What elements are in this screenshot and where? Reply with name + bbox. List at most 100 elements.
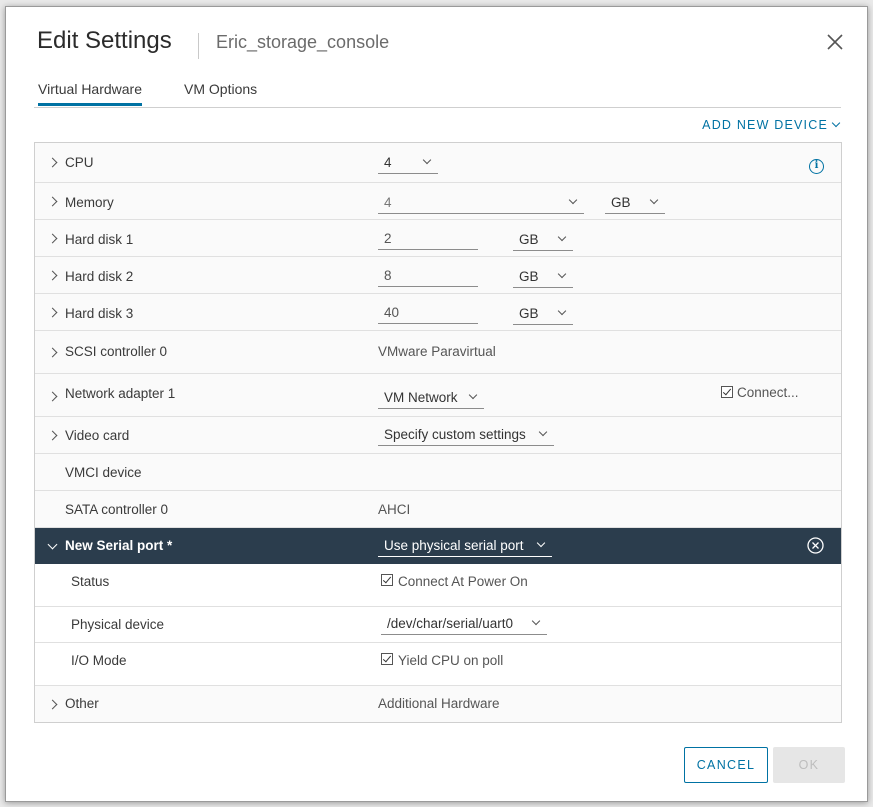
row-scsi-controller: SCSI controller 0 VMware Paravirtual xyxy=(35,331,841,374)
row-cpu: CPU 4 i xyxy=(35,143,841,183)
hard-disk-1-size: 2 xyxy=(384,231,392,246)
row-serial-physical-device: Physical device /dev/char/serial/uart0 xyxy=(35,607,841,643)
dialog-title: Edit Settings xyxy=(37,27,172,54)
cpu-count-select[interactable]: 4 xyxy=(378,152,438,174)
io-mode-label: I/O Mode xyxy=(71,653,127,668)
hard-disk-3-unit-select[interactable]: GB xyxy=(513,303,573,325)
vm-name: Eric_storage_console xyxy=(216,32,390,52)
connect-at-power-on-checkbox[interactable] xyxy=(381,574,393,586)
row-serial-status: Status Connect At Power On xyxy=(35,564,841,607)
title-divider xyxy=(198,33,199,59)
chevron-down-icon xyxy=(422,155,432,165)
expand-caret-icon[interactable] xyxy=(47,347,58,358)
chevron-down-icon xyxy=(557,306,567,316)
chevron-down-icon xyxy=(536,538,546,548)
sata-type: AHCI xyxy=(378,502,411,517)
network-connect-label: Connect... xyxy=(737,385,799,400)
row-hard-disk-2: Hard disk 2 8 GB xyxy=(35,257,841,294)
other-label: Other xyxy=(65,696,99,711)
network-connect-checkbox[interactable] xyxy=(721,386,733,398)
yield-cpu-checkbox[interactable] xyxy=(381,653,393,665)
info-icon[interactable]: i xyxy=(809,159,824,174)
tab-bar: Virtual Hardware VM Options xyxy=(34,77,841,108)
row-network-adapter: Network adapter 1 VM Network Connect... xyxy=(35,374,841,417)
cpu-count-value: 4 xyxy=(384,155,392,170)
hard-disk-3-label: Hard disk 3 xyxy=(65,306,134,321)
memory-label: Memory xyxy=(65,195,114,210)
serial-port-type-select[interactable]: Use physical serial port xyxy=(378,535,552,557)
remove-device-icon[interactable] xyxy=(807,537,824,554)
hard-disk-2-size-input[interactable]: 8 xyxy=(378,265,478,287)
scsi-type: VMware Paravirtual xyxy=(378,344,496,359)
hard-disk-2-unit-select[interactable]: GB xyxy=(513,266,573,288)
memory-value: 4 xyxy=(384,195,392,210)
tab-virtual-hardware[interactable]: Virtual Hardware xyxy=(38,81,143,106)
row-sata-controller: SATA controller 0 AHCI xyxy=(35,491,841,528)
cancel-button[interactable]: CANCEL xyxy=(684,747,768,783)
serial-port-type-value: Use physical serial port xyxy=(384,538,524,553)
hardware-grid: CPU 4 i Memory 4 GB Hard disk 1 2 GB Har… xyxy=(34,142,842,723)
chevron-down-icon xyxy=(831,118,841,128)
add-new-device-label: ADD NEW DEVICE xyxy=(702,118,828,132)
video-settings-select[interactable]: Specify custom settings xyxy=(378,424,554,446)
network-value: VM Network xyxy=(384,390,458,405)
hard-disk-2-size: 8 xyxy=(384,268,392,283)
video-label: Video card xyxy=(65,428,130,443)
vmci-label: VMCI device xyxy=(65,465,142,480)
cpu-label: CPU xyxy=(65,155,94,170)
memory-unit-select[interactable]: GB xyxy=(605,192,665,214)
chevron-down-icon xyxy=(557,269,567,279)
expand-caret-icon[interactable] xyxy=(47,196,58,207)
expand-caret-icon[interactable] xyxy=(47,307,58,318)
serial-port-label: New Serial port * xyxy=(65,538,173,553)
ok-button[interactable]: OK xyxy=(773,747,845,783)
expand-caret-icon[interactable] xyxy=(47,157,58,168)
physical-device-select[interactable]: /dev/char/serial/uart0 xyxy=(381,613,547,635)
chevron-down-icon xyxy=(568,195,578,205)
hard-disk-3-size-input[interactable]: 40 xyxy=(378,302,478,324)
expand-caret-icon[interactable] xyxy=(47,430,58,441)
connect-at-power-on-label: Connect At Power On xyxy=(398,574,528,589)
hard-disk-2-label: Hard disk 2 xyxy=(65,269,134,284)
chevron-down-icon xyxy=(468,390,478,400)
add-new-device-button[interactable]: ADD NEW DEVICE xyxy=(702,118,841,132)
row-video-card: Video card Specify custom settings xyxy=(35,417,841,454)
expand-caret-icon[interactable] xyxy=(47,233,58,244)
row-hard-disk-3: Hard disk 3 40 GB xyxy=(35,294,841,331)
network-select[interactable]: VM Network xyxy=(378,387,484,409)
row-new-serial-port: New Serial port * Use physical serial po… xyxy=(35,528,841,564)
hard-disk-1-unit: GB xyxy=(519,232,539,247)
scsi-label: SCSI controller 0 xyxy=(65,344,168,359)
collapse-caret-icon[interactable] xyxy=(47,539,58,550)
chevron-down-icon xyxy=(538,427,548,437)
hard-disk-1-label: Hard disk 1 xyxy=(65,232,134,247)
chevron-down-icon xyxy=(649,195,659,205)
hard-disk-1-size-input[interactable]: 2 xyxy=(378,228,478,250)
other-value: Additional Hardware xyxy=(378,696,500,711)
hard-disk-3-unit: GB xyxy=(519,306,539,321)
close-icon[interactable] xyxy=(824,31,846,53)
chevron-down-icon xyxy=(531,616,541,626)
edit-settings-dialog: Edit Settings Eric_storage_console Virtu… xyxy=(5,6,868,802)
expand-caret-icon[interactable] xyxy=(47,270,58,281)
expand-caret-icon[interactable] xyxy=(47,699,58,710)
row-other: Other Additional Hardware xyxy=(35,686,841,722)
tab-vm-options[interactable]: VM Options xyxy=(184,81,257,103)
yield-cpu-label: Yield CPU on poll xyxy=(398,653,504,668)
expand-caret-icon[interactable] xyxy=(47,391,58,402)
memory-value-select[interactable]: 4 xyxy=(378,192,584,214)
serial-status-label: Status xyxy=(71,574,110,589)
physical-device-label: Physical device xyxy=(71,617,165,632)
video-settings-value: Specify custom settings xyxy=(384,427,526,442)
row-vmci-device: VMCI device xyxy=(35,454,841,491)
sata-label: SATA controller 0 xyxy=(65,502,169,517)
hard-disk-3-size: 40 xyxy=(384,305,400,320)
row-hard-disk-1: Hard disk 1 2 GB xyxy=(35,220,841,257)
chevron-down-icon xyxy=(557,232,567,242)
physical-device-value: /dev/char/serial/uart0 xyxy=(387,616,514,631)
network-label: Network adapter 1 xyxy=(65,386,176,401)
hard-disk-2-unit: GB xyxy=(519,269,539,284)
row-serial-io-mode: I/O Mode Yield CPU on poll xyxy=(35,643,841,686)
memory-unit: GB xyxy=(611,195,631,210)
hard-disk-1-unit-select[interactable]: GB xyxy=(513,229,573,251)
